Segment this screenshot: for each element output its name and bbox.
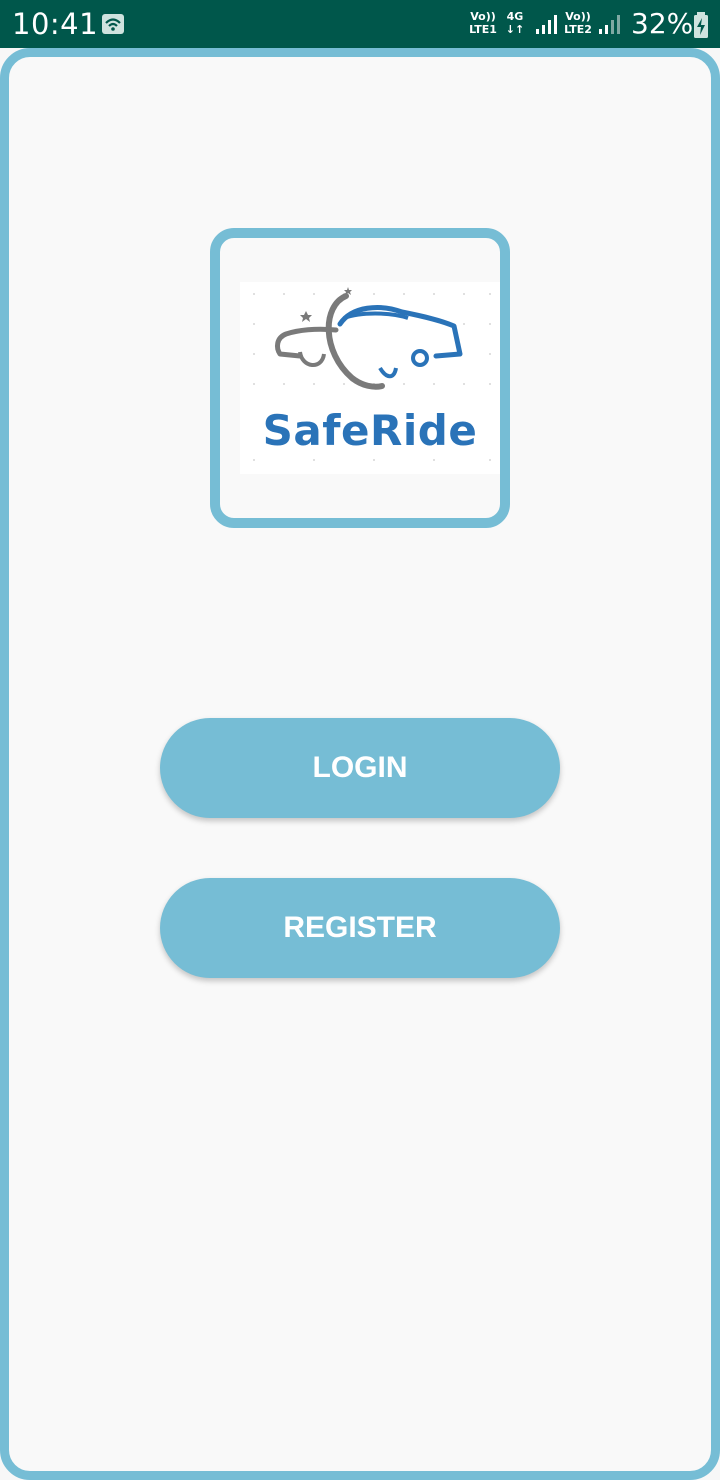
battery-charging-icon xyxy=(694,12,708,38)
sim1-lte-label: LTE1 xyxy=(469,23,497,36)
message-icon xyxy=(101,13,125,35)
logo-image: SafeRide xyxy=(240,282,500,474)
signal-icon xyxy=(536,15,557,34)
sim2-lte-label: LTE2 xyxy=(564,23,592,36)
sim1-volte-label: Vo)) xyxy=(470,10,496,23)
register-button[interactable]: REGISTER xyxy=(160,878,560,978)
network-type-label: 4G xyxy=(506,10,524,23)
status-time: 10:41 xyxy=(12,7,99,41)
battery-percent: 32% xyxy=(631,7,694,40)
logo-card: SafeRide xyxy=(210,228,510,528)
status-bar: 10:41 Vo)) LTE1 4G ↓↑ Vo)) LTE2 32% xyxy=(0,0,720,48)
sim2-volte-label: Vo)) xyxy=(565,10,591,23)
login-button[interactable]: LOGIN xyxy=(160,718,560,818)
logo-text: SafeRide xyxy=(262,406,478,455)
signal-icon-sim2 xyxy=(599,15,620,34)
network-arrows-label: ↓↑ xyxy=(505,23,525,36)
